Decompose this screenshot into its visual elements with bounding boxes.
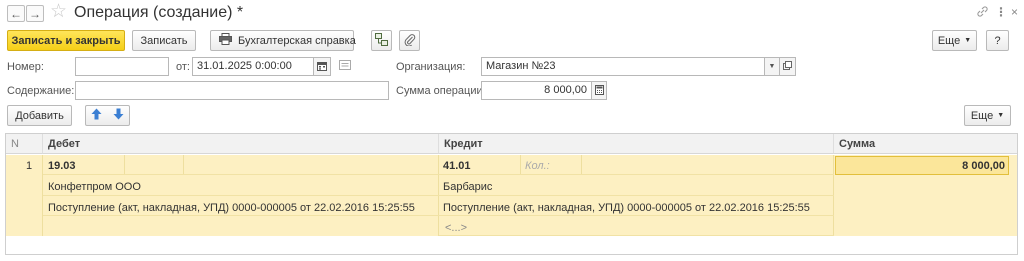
move-buttons	[85, 105, 130, 126]
help-button[interactable]: ?	[986, 30, 1009, 51]
accounting-reference-label: Бухгалтерская справка	[238, 34, 356, 47]
back-arrow-icon: ←	[10, 6, 22, 21]
paperclip-icon	[404, 33, 416, 49]
row-separator	[43, 175, 834, 196]
calendar-button[interactable]	[313, 57, 331, 76]
date-input[interactable]: 31.01.2025 0:00:00	[192, 57, 314, 76]
save-button[interactable]: Записать	[132, 30, 196, 51]
dropdown-arrow-icon: ▼	[768, 63, 776, 70]
cell-credit-subconto-3[interactable]: <...>	[445, 222, 467, 234]
column-header-debit[interactable]: Дебет	[43, 134, 439, 154]
organization-dropdown-button[interactable]: ▼	[764, 57, 780, 76]
date-info-icon[interactable]	[339, 60, 351, 73]
organization-input[interactable]: Магазин №23	[481, 57, 765, 76]
calculator-button[interactable]	[591, 81, 607, 100]
cell-sum: 8 000,00	[962, 160, 1005, 172]
cell-n: 1	[26, 160, 33, 172]
move-down-arrow-icon[interactable]	[113, 108, 124, 123]
cell-debit-account[interactable]: 19.03	[48, 160, 76, 172]
favorite-star-icon[interactable]: ☆	[50, 2, 67, 22]
number-input[interactable]	[75, 57, 169, 76]
printer-icon	[219, 33, 232, 48]
content-input[interactable]	[75, 81, 389, 100]
table-more-label: Еще	[970, 109, 994, 122]
calendar-icon	[317, 61, 327, 73]
operation-sum-label: Сумма операции:	[396, 85, 486, 97]
accounting-reference-button[interactable]: Бухгалтерская справка	[210, 30, 356, 51]
cell-debit-subconto-2[interactable]: Поступление (акт, накладная, УПД) 0000-0…	[48, 202, 415, 214]
cell-credit-subconto-2[interactable]: Поступление (акт, накладная, УПД) 0000-0…	[443, 202, 810, 214]
column-header-n[interactable]: N	[6, 134, 43, 154]
number-label: Номер:	[7, 61, 44, 73]
entries-table[interactable]: N Дебет Кредит Сумма 1 19.03 Конфетпром …	[5, 133, 1018, 255]
move-up-arrow-icon[interactable]	[91, 108, 102, 123]
organization-open-button[interactable]	[779, 57, 796, 76]
content-label: Содержание:	[7, 85, 75, 97]
link-icon[interactable]	[976, 5, 989, 21]
cell-debit-subconto-1[interactable]: Конфетпром ООО	[48, 181, 141, 193]
row-separator	[43, 155, 834, 175]
open-link-icon	[783, 61, 792, 72]
attach-button[interactable]	[399, 30, 420, 51]
column-header-credit[interactable]: Кредит	[439, 134, 834, 154]
cell-credit-quantity[interactable]: Кол.:	[525, 160, 550, 172]
back-button[interactable]: ←	[7, 5, 25, 22]
save-and-close-button[interactable]: Записать и закрыть	[7, 30, 125, 51]
chevron-down-icon: ▼	[997, 112, 1005, 119]
operation-sum-input[interactable]: 8 000,00	[481, 81, 592, 100]
forward-arrow-icon: →	[29, 6, 41, 21]
more-button[interactable]: Еще ▼	[932, 30, 977, 51]
organization-label: Организация:	[396, 61, 466, 73]
document-structure-icon	[375, 32, 388, 49]
structure-button[interactable]	[371, 30, 392, 51]
row-separator	[439, 216, 834, 236]
forward-button[interactable]: →	[26, 5, 44, 22]
calculator-icon	[594, 84, 604, 97]
cell-credit-account[interactable]: 41.01	[443, 160, 471, 172]
menu-icon[interactable]: ⋮	[995, 5, 1007, 19]
add-row-button[interactable]: Добавить	[7, 105, 72, 126]
cell-credit-subconto-1[interactable]: Барбарис	[443, 181, 492, 193]
date-label: от:	[176, 61, 190, 73]
table-more-button[interactable]: Еще ▼	[964, 105, 1011, 126]
page-title: Операция (создание) *	[74, 4, 244, 21]
column-header-sum[interactable]: Сумма	[834, 134, 1017, 154]
close-icon[interactable]: ×	[1011, 5, 1018, 19]
more-label: Еще	[937, 34, 961, 47]
chevron-down-icon: ▼	[964, 37, 972, 44]
